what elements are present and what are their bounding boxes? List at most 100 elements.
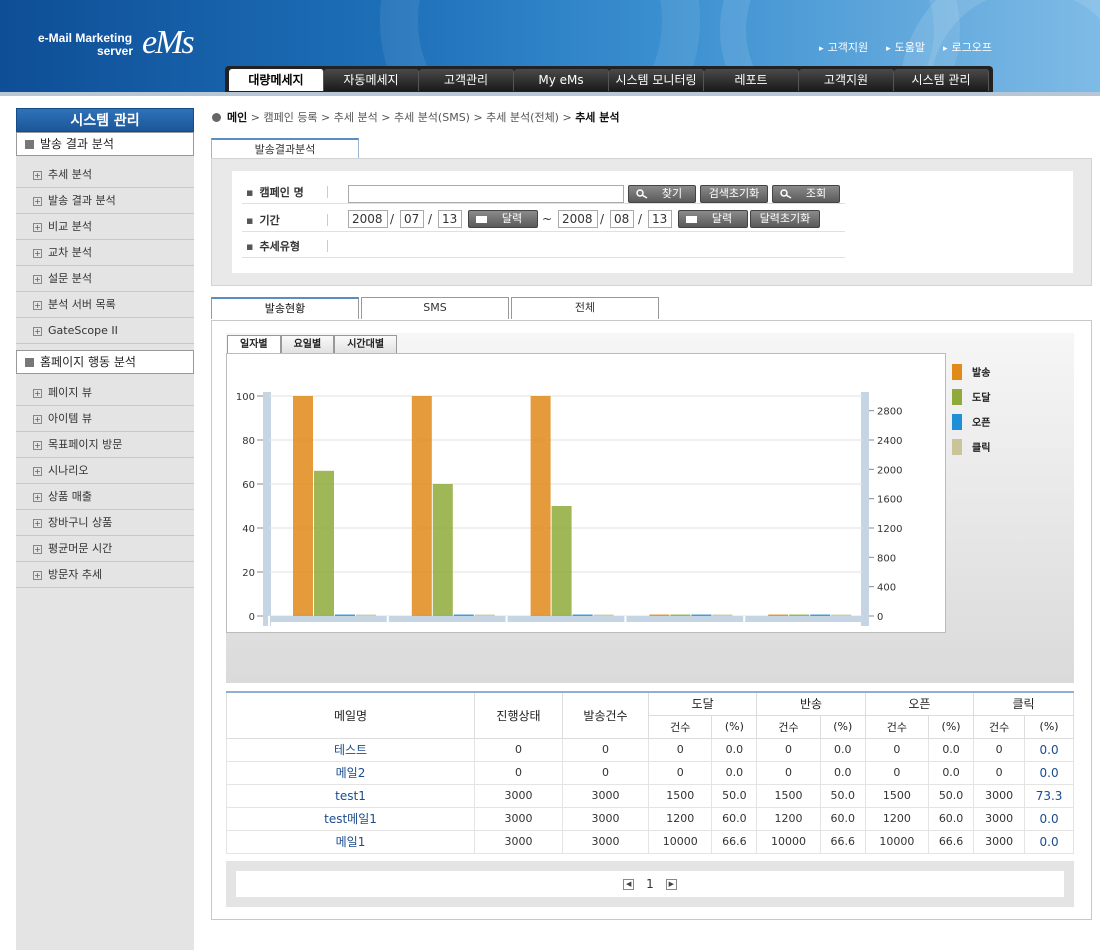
- header-divider: [0, 92, 1100, 96]
- breadcrumb-home[interactable]: 메인: [227, 111, 247, 124]
- end-year-input[interactable]: 2008: [558, 210, 598, 228]
- cell-b-cnt: 1200: [756, 806, 821, 831]
- result-table-wrap: 메일명 진행상태 발송건수 도달 반송 오픈 클릭 건수 (%) 건수 (%) …: [226, 691, 1074, 854]
- col-bounce[interactable]: 반송: [756, 691, 866, 716]
- nav-tab-monitoring[interactable]: 시스템 모니터링: [609, 69, 704, 91]
- end-day-input[interactable]: 13: [648, 210, 672, 228]
- start-day-input[interactable]: 13: [438, 210, 462, 228]
- sidebar-item-send-result[interactable]: + 발송 결과 분석: [16, 188, 194, 214]
- nav-tab-report[interactable]: 레포트: [704, 69, 799, 91]
- bar-오픈: [810, 614, 831, 616]
- sidebar-item-visitor-trend[interactable]: + 방문자 추세: [16, 562, 194, 588]
- sidebar-item-server-list[interactable]: + 분석 서버 목록: [16, 292, 194, 318]
- query-button[interactable]: 조회: [772, 185, 840, 203]
- nav-tab-system[interactable]: 시스템 관리: [894, 69, 989, 91]
- sidebar-item-gatescope[interactable]: + GateScope II: [16, 318, 194, 344]
- sidebar-item-page-view[interactable]: + 페이지 뷰: [16, 380, 194, 406]
- bar-오픈: [691, 614, 712, 616]
- sidebar-item-label: 설문 분석: [48, 272, 92, 285]
- nav-tab-customer[interactable]: 고객관리: [419, 69, 514, 91]
- next-page-icon[interactable]: ▶: [665, 879, 677, 890]
- reset-calendar-button[interactable]: 달력초기화: [750, 210, 820, 228]
- trend-type-label: 추세유형: [246, 238, 299, 254]
- date-separator: /: [390, 212, 395, 226]
- sidebar-item-compare[interactable]: + 비교 분석: [16, 214, 194, 240]
- find-button[interactable]: 찾기: [628, 185, 696, 203]
- cell-c-pct[interactable]: 0.0: [1024, 760, 1074, 785]
- cell-c-pct[interactable]: 0.0: [1024, 829, 1074, 854]
- prev-page-icon[interactable]: ◀: [623, 879, 635, 890]
- col-delivered-count: 건수: [647, 714, 713, 739]
- nav-tab-my-ems[interactable]: My eMs: [514, 69, 609, 91]
- sidebar-title: 시스템 관리: [16, 108, 194, 132]
- col-status[interactable]: 진행상태: [474, 691, 563, 739]
- end-calendar-button[interactable]: 달력: [678, 210, 748, 228]
- chart-tab-hourly[interactable]: 시간대별: [334, 335, 398, 355]
- mail-name-link[interactable]: 테스트: [226, 737, 475, 762]
- campaign-input[interactable]: [348, 185, 624, 203]
- find-button-label: 찾기: [661, 187, 683, 200]
- cell-c-cnt: 0: [973, 760, 1026, 785]
- col-delivered[interactable]: 도달: [647, 691, 758, 716]
- cell-c-cnt: 3000: [973, 783, 1026, 808]
- sidebar-item-cross[interactable]: + 교차 분석: [16, 240, 194, 266]
- sidebar-item-goal-page[interactable]: + 목표페이지 방문: [16, 432, 194, 458]
- chart-tab-daily[interactable]: 일자별: [227, 335, 281, 355]
- col-sent-count[interactable]: 발송건수: [562, 691, 649, 739]
- nav-tab-support[interactable]: 고객지원: [799, 69, 894, 91]
- mail-name-link[interactable]: test1: [226, 783, 475, 808]
- bar-발송: [530, 396, 551, 616]
- cell-d-cnt: 1200: [647, 806, 713, 831]
- app-logo[interactable]: e-Mail Marketing server eMs: [38, 24, 195, 61]
- reset-search-button[interactable]: 검색초기화: [700, 185, 768, 203]
- cell-c-pct[interactable]: 0.0: [1024, 806, 1074, 831]
- mail-name-link[interactable]: 메일2: [226, 760, 475, 785]
- legend-label: 발송: [972, 368, 991, 379]
- end-month-input[interactable]: 08: [610, 210, 634, 228]
- sidebar-group-send-analysis[interactable]: 발송 결과 분석: [16, 132, 194, 156]
- col-mail-name[interactable]: 메일명: [226, 691, 475, 739]
- sidebar-item-cart[interactable]: + 장바구니 상품: [16, 510, 194, 536]
- cell-c-pct[interactable]: 0.0: [1024, 737, 1074, 762]
- top-links: 고객지원 도움말 로그오프: [819, 39, 992, 55]
- cell-c-cnt: 3000: [973, 806, 1026, 831]
- top-link-logout[interactable]: 로그오프: [943, 39, 992, 55]
- sidebar-item-trend[interactable]: + 추세 분석: [16, 162, 194, 188]
- chart-box: 1008060402002800240020001600120080040002…: [226, 353, 946, 647]
- plus-icon: +: [33, 223, 42, 232]
- tab-send-status[interactable]: 발송현황: [211, 297, 359, 319]
- chart-legend: 발송 도달 오픈 클릭: [952, 359, 990, 459]
- current-page[interactable]: 1: [646, 877, 654, 891]
- tab-all[interactable]: 전체: [511, 297, 659, 319]
- tab-sms[interactable]: SMS: [361, 297, 509, 319]
- sidebar-item-survey[interactable]: + 설문 분석: [16, 266, 194, 292]
- cell-c-pct[interactable]: 73.3: [1024, 783, 1074, 808]
- sidebar-item-item-view[interactable]: + 아이템 뷰: [16, 406, 194, 432]
- cell-o-cnt: 1500: [864, 783, 930, 808]
- main-nav: 대량메세지 자동메세지 고객관리 My eMs 시스템 모니터링 레포트 고객지…: [225, 66, 993, 92]
- calendar-icon: [476, 216, 487, 223]
- chart-tab-weekday[interactable]: 요일별: [280, 335, 335, 355]
- sidebar-item-scenario[interactable]: + 시나리오: [16, 458, 194, 484]
- sidebar-item-stay-time[interactable]: + 평균머문 시간: [16, 536, 194, 562]
- plus-icon: +: [33, 171, 42, 180]
- tab-send-result-analysis[interactable]: 발송결과분석: [211, 138, 359, 159]
- bar-클릭: [712, 614, 733, 616]
- top-link-support[interactable]: 고객지원: [819, 39, 868, 55]
- col-click[interactable]: 클릭: [973, 691, 1074, 716]
- cell-d-pct: 0.0: [711, 760, 758, 785]
- sidebar-group-web-analysis[interactable]: 홈페이지 행동 분석: [16, 350, 194, 374]
- sidebar: 시스템 관리 발송 결과 분석 + 추세 분석 + 발송 결과 분석 + 비교 분석 …: [16, 108, 194, 950]
- col-open[interactable]: 오픈: [864, 691, 975, 716]
- start-year-input[interactable]: 2008: [348, 210, 388, 228]
- mail-name-link[interactable]: 메일1: [226, 829, 475, 854]
- top-link-help[interactable]: 도움말: [886, 39, 925, 55]
- mail-name-link[interactable]: test메일1: [226, 806, 475, 831]
- nav-tab-auto-message[interactable]: 자동메세지: [324, 69, 419, 91]
- legend-item-delivered: 도달: [952, 384, 990, 409]
- nav-tab-bulk-message[interactable]: 대량메세지: [229, 69, 324, 91]
- date-range-tilde: ~: [542, 212, 553, 226]
- start-calendar-button[interactable]: 달력: [468, 210, 538, 228]
- start-month-input[interactable]: 07: [400, 210, 424, 228]
- sidebar-item-sales[interactable]: + 상품 매출: [16, 484, 194, 510]
